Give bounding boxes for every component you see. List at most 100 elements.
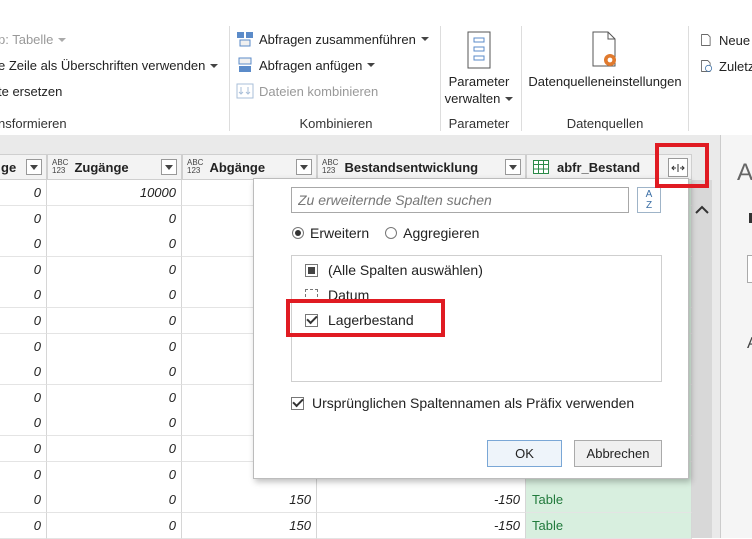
manage-parameters-button[interactable]: Parameter verwalten — [444, 28, 514, 110]
table-cell[interactable]: 0 — [0, 513, 47, 539]
type-any-icon: ABC 123 — [187, 158, 204, 175]
ribbon-title-strip — [0, 0, 752, 23]
table-cell[interactable]: 150 — [182, 513, 317, 539]
group-label-parameters: Parameter — [448, 116, 510, 131]
column-header-zugaenge[interactable]: ABC 123 Zugänge — [47, 154, 182, 180]
use-first-row-as-headers-button[interactable]: e Zeile als Überschriften verwenden — [0, 58, 219, 73]
column-header-col0[interactable]: ge — [0, 154, 47, 180]
column-search-input[interactable] — [291, 187, 629, 213]
table-cell[interactable]: 0 — [0, 462, 47, 488]
column-header-abgaenge[interactable]: ABC 123 Abgänge — [182, 154, 317, 180]
list-item-datum[interactable]: Datum — [305, 287, 369, 303]
column-header-label: Zugänge — [74, 159, 129, 175]
table-cell[interactable]: 0 — [0, 410, 47, 436]
ok-button[interactable]: OK — [487, 440, 562, 467]
pane-subheading: A — [747, 335, 752, 353]
datum-checkbox[interactable] — [305, 288, 318, 302]
table-cell[interactable]: 0 — [0, 180, 47, 206]
column-filter-dropdown[interactable] — [296, 159, 312, 175]
combine-files-label: Dateien kombinieren — [259, 83, 379, 99]
replace-values-label: te ersetzen — [0, 84, 63, 99]
query-name-field[interactable] — [747, 255, 752, 283]
ribbon: p: Tabelle e Zeile als Überschriften ver… — [0, 0, 752, 135]
replace-values-button[interactable]: te ersetzen — [0, 84, 62, 99]
data-source-settings-icon — [592, 31, 616, 67]
table-cell[interactable]: 0 — [47, 513, 182, 539]
table-cell[interactable]: -150 — [317, 487, 526, 513]
expand-column-button[interactable] — [668, 158, 688, 177]
scroll-up-icon[interactable] — [692, 202, 712, 218]
table-link-cell[interactable]: Table — [526, 513, 692, 539]
list-item-select-all[interactable]: (Alle Spalten auswählen) — [305, 262, 483, 278]
table-cell[interactable]: 0 — [47, 410, 182, 436]
aggregate-radio[interactable] — [385, 227, 398, 239]
table-cell[interactable]: 0 — [0, 487, 47, 513]
table-cell[interactable]: 0 — [0, 334, 47, 360]
column-header-label: abfr_Bestand — [557, 159, 641, 175]
vertical-scrollbar[interactable] — [692, 180, 712, 538]
table-cell[interactable]: 0 — [0, 359, 47, 385]
table-cell[interactable]: 0 — [47, 206, 182, 232]
manage-parameters-label-1: Parameter — [448, 74, 510, 89]
expand-radio-label[interactable]: Erweitern — [310, 225, 369, 241]
table-cell[interactable]: -150 — [317, 513, 526, 539]
table-cell[interactable]: 0 — [47, 282, 182, 308]
data-type-dropdown[interactable]: p: Tabelle — [0, 32, 67, 47]
recent-sources-button[interactable]: Zuletz — [700, 58, 752, 74]
mode-radio-group: Erweitern Aggregieren — [292, 225, 479, 241]
data-source-settings-button[interactable]: Datenquelleneinstellungen — [524, 28, 686, 98]
table-cell[interactable]: 0 — [0, 282, 47, 308]
expand-radio[interactable] — [292, 227, 304, 239]
lagerbestand-checkbox[interactable] — [305, 313, 318, 327]
table-cell[interactable]: 0 — [47, 436, 182, 462]
append-queries-button[interactable]: Abfragen anfügen — [236, 57, 376, 73]
pane-heading: A — [737, 159, 752, 186]
list-item-lagerbestand[interactable]: Lagerbestand — [305, 312, 414, 328]
table-cell[interactable]: 0 — [47, 257, 182, 283]
cancel-button[interactable]: Abbrechen — [574, 440, 662, 467]
type-any-icon: ABC 123 — [322, 158, 339, 175]
sort-az-button[interactable]: A Z — [637, 187, 661, 213]
table-cell[interactable]: 0 — [47, 359, 182, 385]
prefix-option[interactable]: Ursprünglichen Spaltennamen als Präfix v… — [291, 395, 634, 411]
table-link-cell[interactable]: Table — [526, 487, 692, 513]
column-header-abfr-bestand[interactable]: abfr_Bestand — [526, 154, 692, 180]
table-cell[interactable]: 0 — [0, 231, 47, 257]
select-all-label: (Alle Spalten auswählen) — [328, 262, 483, 278]
new-source-button[interactable]: Neue — [700, 32, 750, 48]
sort-a-glyph: A — [645, 189, 653, 200]
table-cell[interactable]: 0 — [0, 308, 47, 334]
column-filter-dropdown[interactable] — [161, 159, 177, 175]
table-cell[interactable]: 0 — [47, 334, 182, 360]
select-all-checkbox[interactable] — [305, 263, 318, 277]
sort-z-glyph: Z — [645, 200, 653, 211]
column-filter-dropdown[interactable] — [26, 159, 42, 175]
aggregate-radio-label[interactable]: Aggregieren — [403, 225, 479, 241]
table-cell[interactable]: 0 — [47, 462, 182, 488]
table-cell[interactable]: 10000 — [47, 180, 182, 206]
group-label-combine: Kombinieren — [299, 116, 373, 131]
table-cell[interactable]: 0 — [47, 487, 182, 513]
table-cell[interactable]: 0 — [47, 308, 182, 334]
prefix-checkbox[interactable] — [291, 396, 304, 410]
group-separator — [440, 26, 441, 131]
table-cell[interactable]: 150 — [182, 487, 317, 513]
combine-files-icon — [236, 83, 254, 99]
column-filter-dropdown[interactable] — [505, 159, 521, 175]
merge-queries-button[interactable]: Abfragen zusammenführen — [236, 31, 429, 47]
table-cell[interactable]: 0 — [47, 231, 182, 257]
table-cell[interactable]: 0 — [0, 257, 47, 283]
table-cell[interactable]: 0 — [0, 385, 47, 411]
lagerbestand-label: Lagerbestand — [328, 312, 414, 328]
table-cell[interactable]: 0 — [0, 206, 47, 232]
recent-sources-label: Zuletz — [719, 58, 752, 74]
combine-files-button[interactable]: Dateien kombinieren — [236, 83, 378, 99]
column-header-bestandsentwicklung[interactable]: ABC 123 Bestandsentwicklung — [317, 154, 526, 180]
data-type-label: p: Tabelle — [0, 32, 54, 47]
table-cell[interactable]: 0 — [0, 436, 47, 462]
manage-parameters-label-2: verwalten — [444, 91, 501, 106]
table-cell[interactable]: 0 — [47, 385, 182, 411]
use-first-row-label: e Zeile als Überschriften verwenden — [0, 58, 206, 73]
column-header-label: ge — [1, 159, 17, 175]
chevron-down-icon — [367, 63, 376, 67]
